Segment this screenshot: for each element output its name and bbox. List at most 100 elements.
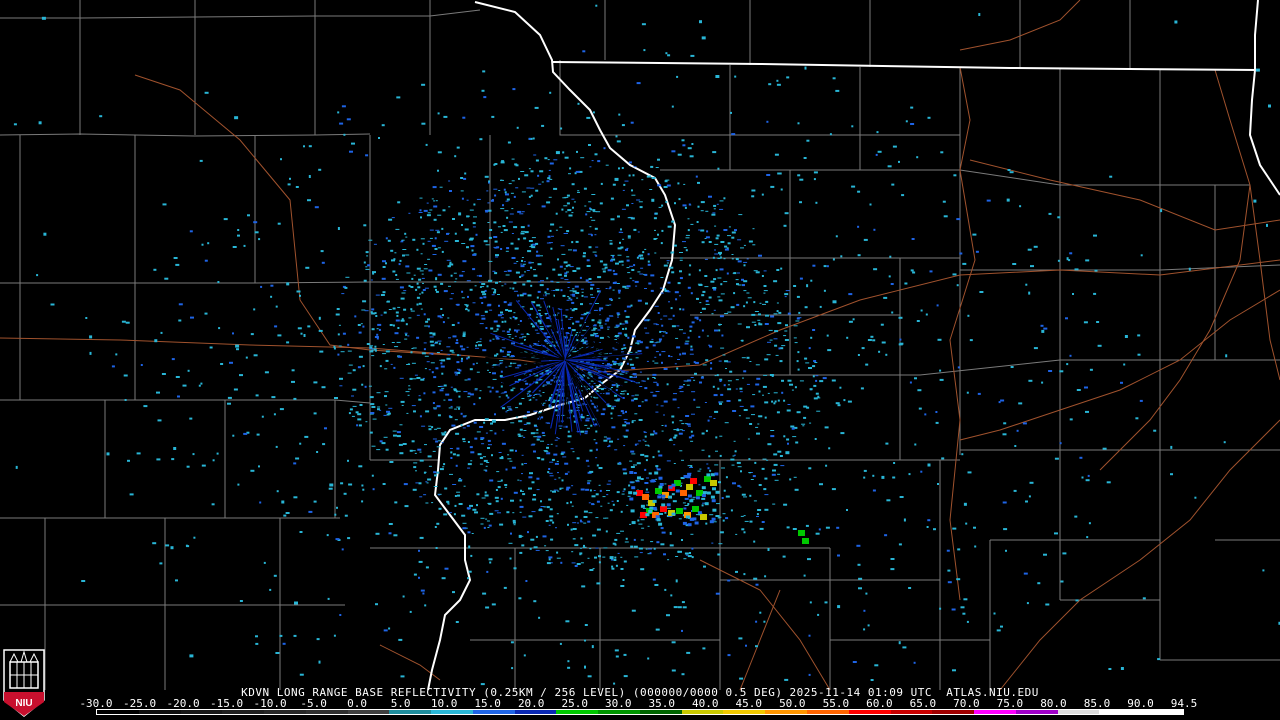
- echo-pixel: [623, 472, 628, 475]
- echo-pixel: [686, 651, 691, 654]
- echo-pixel: [540, 298, 544, 300]
- echo-pixel: [544, 314, 547, 316]
- echo-pixel: [335, 313, 340, 316]
- echo-pixel: [659, 483, 664, 486]
- echo-pixel: [595, 385, 600, 387]
- echo-pixel: [460, 190, 464, 192]
- echo-pixel: [491, 603, 496, 606]
- echo-pixel: [570, 501, 572, 504]
- echo-pixel: [156, 391, 160, 394]
- echo-pixel: [508, 221, 513, 223]
- echo-pixel: [250, 333, 254, 336]
- echo-pixel: [755, 645, 758, 648]
- echo-pixel: [634, 556, 639, 558]
- echo-pixel: [337, 353, 340, 356]
- echo-pixel: [731, 236, 735, 239]
- echo-pixel: [697, 470, 701, 472]
- echo-pixel: [647, 445, 650, 447]
- echo-pixel: [538, 309, 541, 311]
- echo-pixel: [572, 493, 577, 495]
- echo-pixel: [511, 466, 516, 469]
- echo-pixel: [613, 682, 616, 685]
- echo-pixel: [1087, 474, 1090, 477]
- echo-pixel: [647, 260, 650, 263]
- echo-pixel: [772, 503, 776, 505]
- echo-pixel: [479, 338, 482, 340]
- echo-pixel: [624, 541, 629, 543]
- echo-pixel: [271, 396, 276, 399]
- echo-pixel: [723, 489, 726, 492]
- echo-pixel: [433, 218, 437, 221]
- echo-pixel: [957, 366, 960, 369]
- echo-pixel: [829, 133, 832, 136]
- echo-pixel: [742, 377, 744, 379]
- echo-pixel: [426, 202, 429, 204]
- echo-pixel: [688, 273, 691, 276]
- echo-pixel: [576, 297, 579, 299]
- echo-pixel: [631, 395, 635, 397]
- echo-pixel: [652, 360, 655, 362]
- echo-pixel: [560, 289, 563, 292]
- echo-pixel: [769, 374, 774, 376]
- echo-pixel: [614, 556, 617, 559]
- echo-pixel: [793, 285, 797, 287]
- echo-pixel: [621, 208, 626, 210]
- echo-pixel: [731, 133, 736, 136]
- echo-pixel: [939, 378, 944, 381]
- echo-pixel: [761, 521, 765, 523]
- echo-pixel: [403, 483, 408, 486]
- echo-pixel: [653, 323, 658, 325]
- echo-pixel: [656, 518, 661, 522]
- echo-pixel: [733, 292, 736, 295]
- echo-pixel: [391, 259, 395, 262]
- echo-pixel: [738, 214, 743, 216]
- echo-pixel: [693, 398, 696, 401]
- echo-pixel: [431, 502, 434, 504]
- echo-pixel: [564, 279, 569, 281]
- echo-pixel: [594, 556, 597, 559]
- echo-pixel: [618, 260, 621, 263]
- echo-pixel: [1025, 500, 1028, 503]
- echo-pixel: [624, 310, 627, 313]
- echo-pixel: [768, 329, 773, 331]
- echo-pixel: [303, 334, 306, 337]
- echo-pixel: [701, 494, 706, 498]
- echo-pixel: [333, 347, 336, 350]
- echo-pixel: [587, 520, 591, 523]
- echo-pixel: [279, 408, 284, 411]
- echo-pixel: [404, 332, 408, 334]
- echo-pixel: [618, 364, 623, 366]
- echo-pixel: [758, 484, 762, 486]
- echo-pixel: [566, 271, 569, 273]
- echo-pixel: [466, 280, 471, 282]
- echo-pixel: [454, 495, 457, 497]
- echo-pixel: [1142, 597, 1146, 600]
- echo-pixel: [487, 202, 490, 204]
- echo-pixel: [711, 213, 716, 216]
- echo-pixel: [453, 388, 457, 391]
- echo-pixel: [646, 477, 649, 479]
- echo-pixel: [400, 400, 405, 403]
- echo-pixel: [749, 520, 753, 523]
- echo-pixel: [724, 245, 728, 248]
- echo-pixel: [509, 557, 512, 560]
- echo-pixel: [452, 484, 457, 485]
- echo-pixel: [567, 523, 569, 526]
- echo-pixel: [555, 229, 558, 231]
- echo-pixel: [683, 507, 687, 510]
- echo-pixel: [677, 359, 680, 360]
- echo-pixel: [596, 464, 599, 467]
- echo-pixel: [524, 463, 527, 464]
- echo-pixel: [620, 390, 624, 392]
- echo-pixel: [743, 290, 747, 292]
- echo-pixel: [631, 486, 636, 490]
- echo-pixel: [454, 504, 457, 507]
- echo-pixel: [584, 665, 586, 669]
- echo-pixel: [625, 248, 628, 251]
- echo-pixel: [657, 495, 662, 499]
- echo-pixel: [637, 271, 641, 273]
- echo-pixel: [382, 291, 386, 294]
- echo-pixel: [521, 191, 526, 193]
- echo-pixel: [986, 199, 991, 202]
- echo-pixel: [457, 321, 460, 324]
